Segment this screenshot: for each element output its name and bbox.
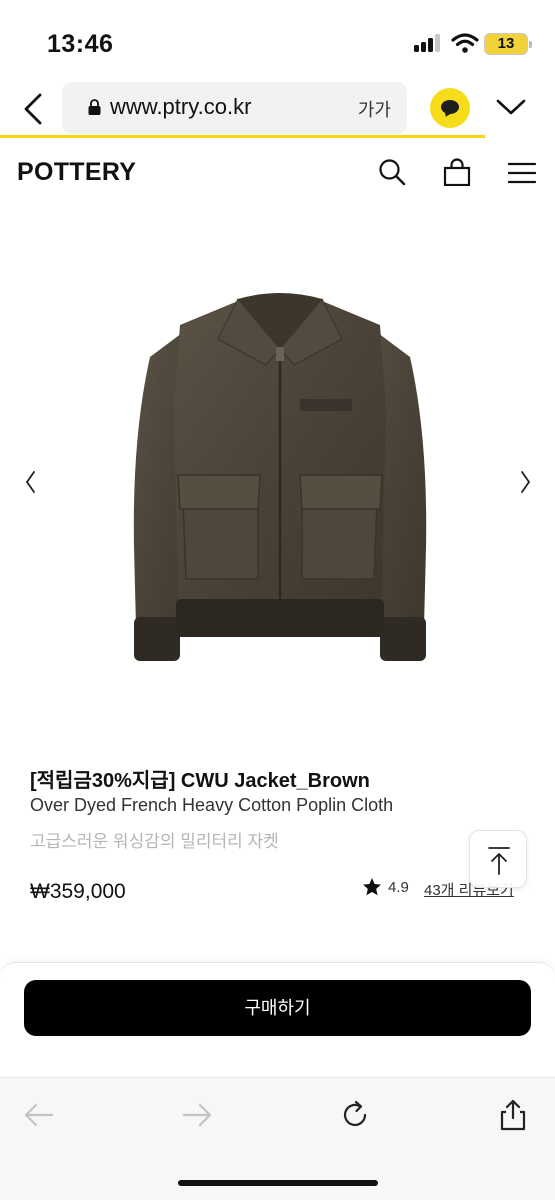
arrow-right-icon[interactable] <box>180 1098 214 1132</box>
purchase-sheet: 구매하기 <box>0 962 555 1080</box>
arrow-left-icon[interactable] <box>22 1098 56 1132</box>
text-size-button[interactable]: 가가 <box>358 96 391 122</box>
reload-icon[interactable] <box>338 1098 372 1132</box>
product-subtitle: Over Dyed French Heavy Cotton Poplin Clo… <box>30 795 394 815</box>
rating-value: 4.9 <box>388 879 409 896</box>
battery-indicator: 13 <box>484 33 532 55</box>
cellular-signal-icon <box>414 34 442 52</box>
star-icon <box>363 878 381 896</box>
site-logo[interactable]: POTTERY <box>17 158 136 187</box>
status-time: 13:46 <box>47 30 114 58</box>
share-icon[interactable] <box>496 1098 530 1132</box>
arrow-up-icon <box>488 847 510 875</box>
chevron-left-icon[interactable] <box>22 468 38 496</box>
site-header: POTTERY <box>0 138 555 202</box>
shopping-bag-icon[interactable] <box>443 158 471 186</box>
chevron-down-icon[interactable] <box>495 96 527 118</box>
home-indicator <box>178 1180 378 1186</box>
chevron-right-icon[interactable] <box>518 468 534 496</box>
lock-icon <box>88 99 101 115</box>
product-title: [적립금30%지급] CWU Jacket_Brown <box>30 770 370 792</box>
scroll-to-top-button[interactable] <box>469 830 527 888</box>
product-image-jacket <box>133 293 427 661</box>
product-gallery <box>0 202 555 742</box>
browser-back-icon[interactable] <box>20 92 46 126</box>
url-field[interactable]: www.ptry.co.kr 가가 <box>62 82 407 134</box>
product-price: ₩359,000 <box>30 880 126 903</box>
buy-button[interactable]: 구매하기 <box>24 980 531 1036</box>
kakao-chat-icon[interactable] <box>430 88 470 128</box>
browser-address-bar: www.ptry.co.kr 가가 <box>0 82 555 138</box>
url-text: www.ptry.co.kr <box>110 94 252 119</box>
hamburger-menu-icon[interactable] <box>508 162 536 184</box>
status-bar: 13:46 13 <box>0 0 555 82</box>
wifi-icon <box>451 33 479 53</box>
product-description: 고급스러운 워싱감의 밀리터리 자켓 <box>30 832 279 851</box>
search-icon[interactable] <box>378 158 406 186</box>
